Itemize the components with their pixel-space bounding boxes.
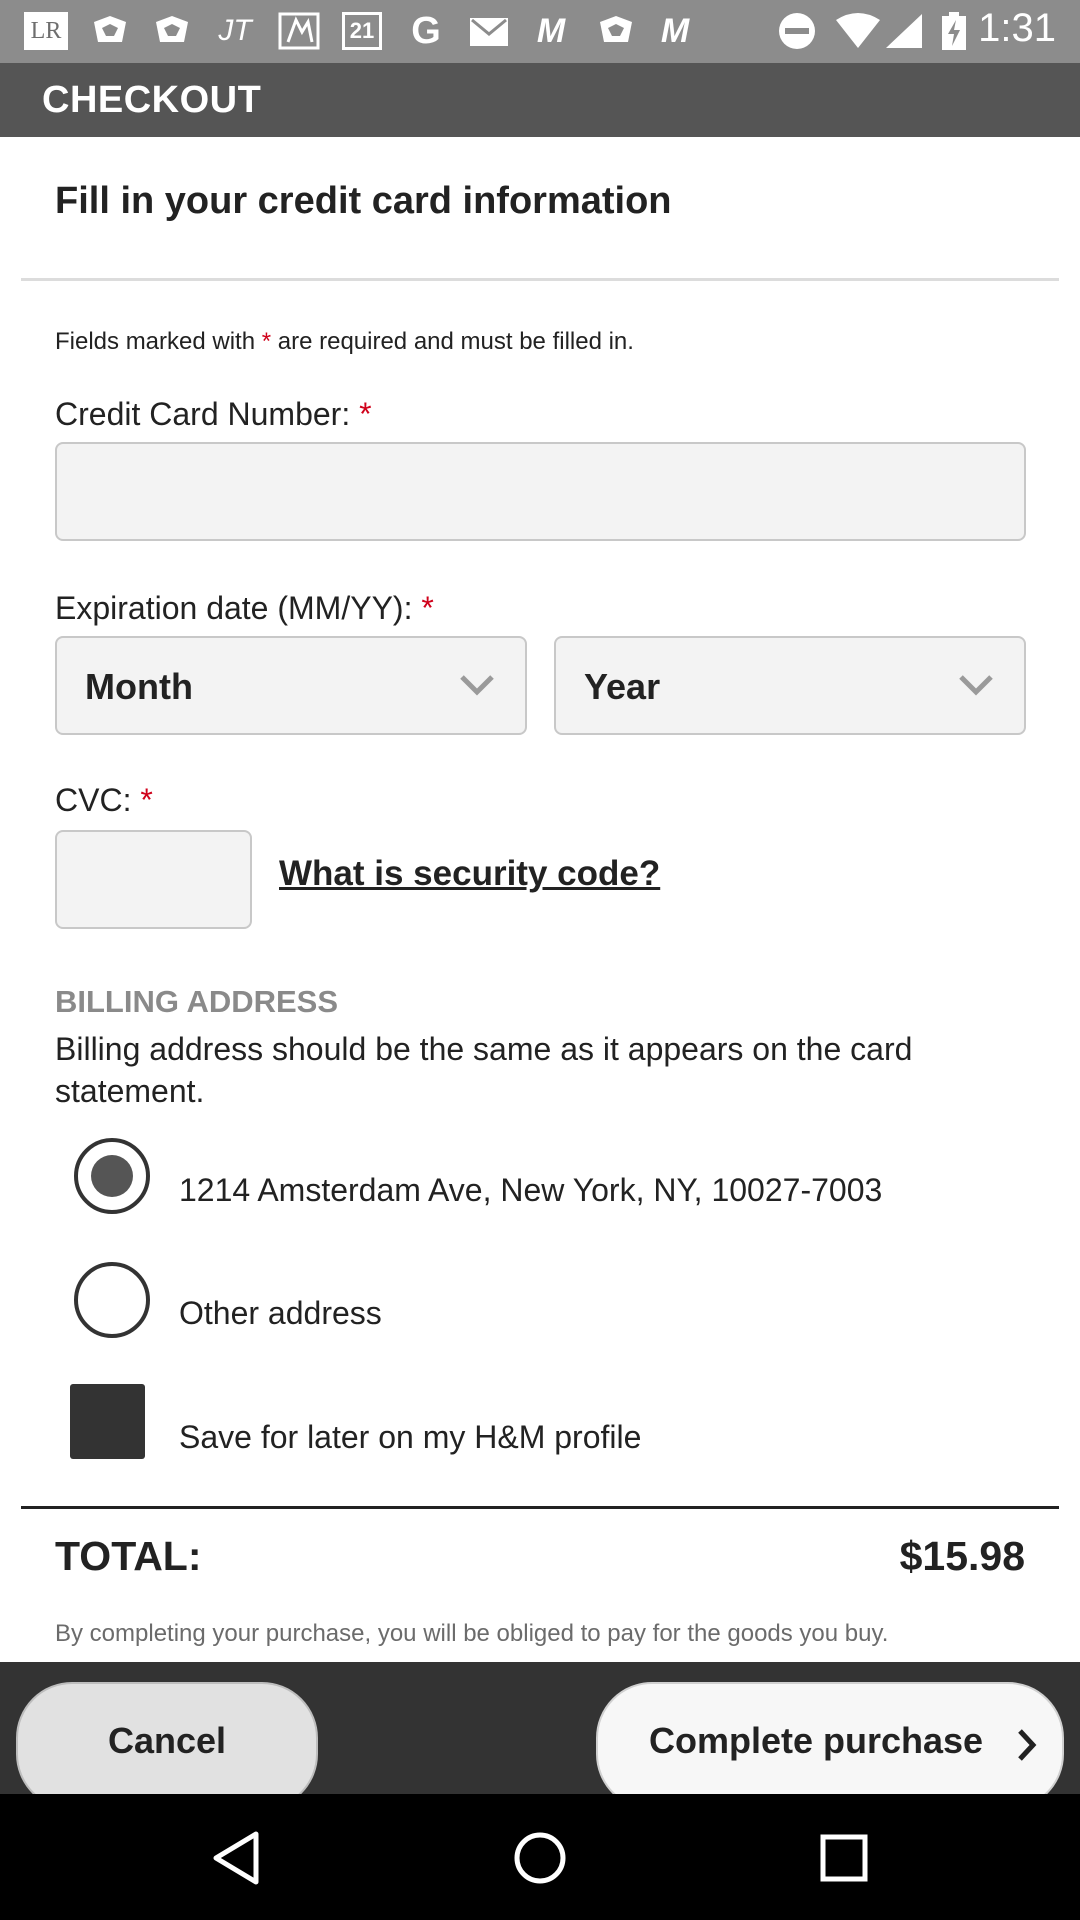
notification-icon: [94, 16, 126, 42]
month-select[interactable]: Month: [55, 636, 527, 735]
other-address-label[interactable]: Other address: [179, 1295, 382, 1332]
notification-icon: [156, 16, 188, 42]
year-select-value: Year: [584, 666, 661, 707]
required-note-text: are required and must be filled in.: [271, 328, 634, 355]
saved-address-label[interactable]: 1214 Amsterdam Ave, New York, NY, 10027-…: [179, 1172, 882, 1209]
clock: 1:31: [978, 6, 1056, 50]
do-not-disturb-icon: [779, 13, 815, 49]
required-note: Fields marked with * are required and mu…: [55, 328, 634, 356]
action-bar: Cancel Complete purchase: [0, 1662, 1080, 1794]
home-icon[interactable]: [508, 1826, 572, 1890]
form-heading: Fill in your credit card information: [55, 180, 672, 222]
card-number-input[interactable]: [55, 442, 1026, 541]
card-number-label-text: Credit Card Number:: [55, 396, 360, 432]
expiration-label-text: Expiration date (MM/YY):: [55, 590, 422, 626]
cancel-button-label: Cancel: [107, 1720, 227, 1761]
required-marker: *: [421, 590, 434, 626]
cvc-input[interactable]: [55, 830, 252, 929]
save-profile-label[interactable]: Save for later on my H&M profile: [179, 1419, 641, 1456]
required-marker: *: [359, 396, 372, 432]
chevron-right-icon: [1018, 1729, 1037, 1761]
required-marker: *: [140, 782, 153, 818]
billing-address-title: BILLING ADDRESS: [55, 984, 339, 1019]
battery-charging-icon: [942, 12, 966, 50]
required-marker: *: [261, 328, 272, 355]
legal-notice: By completing your purchase, you will be…: [55, 1620, 889, 1647]
security-code-link[interactable]: What is security code?: [279, 854, 660, 894]
divider: [21, 278, 1059, 281]
chevron-down-icon: [460, 675, 494, 696]
billing-address-description: Billing address should be the same as it…: [55, 1031, 913, 1109]
radio-other-address[interactable]: [74, 1262, 150, 1338]
expiration-label: Expiration date (MM/YY): *: [55, 590, 434, 627]
google-icon: G: [411, 9, 441, 52]
card-number-label: Credit Card Number: *: [55, 396, 372, 433]
cvc-label-text: CVC:: [55, 782, 141, 818]
complete-purchase-label: Complete purchase: [648, 1720, 984, 1761]
required-note-text: Fields marked with: [55, 328, 262, 355]
app-bar: CHECKOUT: [0, 63, 1080, 137]
status-bar: LR JT 21 G M M 1:31: [0, 0, 1080, 63]
signal-icon: [886, 14, 922, 48]
m-app-icon: M: [536, 11, 566, 50]
chevron-down-icon: [959, 675, 993, 696]
notification-icon: [278, 12, 320, 50]
system-nav-bar: [0, 1794, 1080, 1920]
total-value: $15.98: [899, 1533, 1025, 1579]
save-profile-checkbox[interactable]: [70, 1384, 145, 1459]
page-title: CHECKOUT: [42, 79, 262, 121]
total-label: TOTAL:: [55, 1533, 202, 1579]
wifi-icon: [836, 13, 880, 48]
year-select[interactable]: Year: [554, 636, 1026, 735]
complete-purchase-button[interactable]: Complete purchase: [596, 1682, 1064, 1794]
divider: [21, 1506, 1059, 1509]
radio-selected-dot: [91, 1155, 133, 1197]
m-app-icon: M: [660, 11, 690, 50]
jt-app-icon: JT: [218, 14, 252, 47]
mail-icon: [470, 18, 508, 46]
recents-icon[interactable]: [812, 1826, 876, 1890]
calendar-icon: 21: [342, 12, 382, 50]
lr-app-icon: LR: [24, 12, 68, 50]
cvc-label: CVC: *: [55, 782, 153, 819]
cancel-button[interactable]: Cancel: [16, 1682, 318, 1794]
month-select-value: Month: [85, 666, 193, 707]
radio-saved-address[interactable]: [74, 1138, 150, 1214]
back-icon[interactable]: [206, 1826, 270, 1890]
notification-icon: [600, 16, 632, 42]
